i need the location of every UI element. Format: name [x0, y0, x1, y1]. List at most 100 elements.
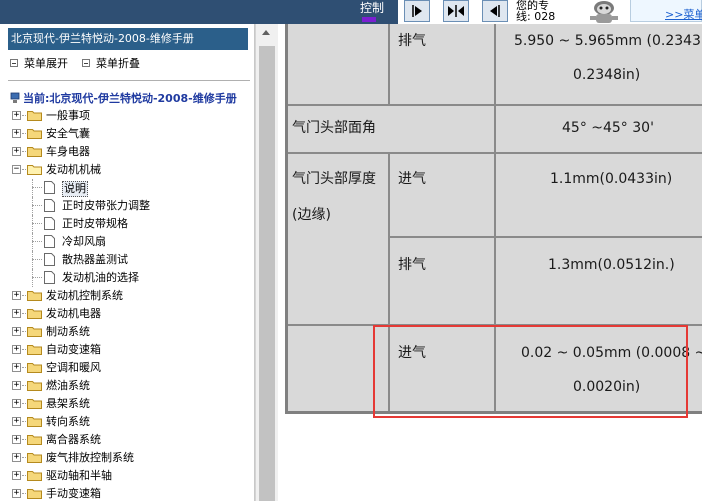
- row3-label-line2: (边缘): [292, 207, 331, 223]
- expand-toggle-icon[interactable]: +: [12, 453, 21, 462]
- tree-item-label: 空调和暖风: [46, 361, 101, 374]
- grid-line: [288, 104, 702, 106]
- row4-value: 1.3mm(0.0512in.): [548, 257, 675, 273]
- folder-icon: [27, 417, 42, 427]
- row3-label-line1: 气门头部厚度: [292, 171, 376, 187]
- tree-folder-item[interactable]: + 驱动轴和半轴: [0, 467, 255, 485]
- expand-toggle-icon[interactable]: +: [12, 309, 21, 318]
- tree-folder-item[interactable]: + 安全气囊: [0, 125, 255, 143]
- tree-item-label: 悬架系统: [46, 397, 90, 410]
- tree-item-label: 说明: [62, 181, 88, 197]
- collapse-toggle-icon[interactable]: −: [12, 165, 21, 174]
- tree-doc-item[interactable]: 正时皮带张力调整: [0, 197, 255, 215]
- expand-menu-label: 菜单展开: [24, 57, 68, 70]
- toolbar-background: [0, 0, 398, 24]
- tree-item-label: 制动系统: [46, 325, 90, 338]
- expand-toggle-icon[interactable]: +: [12, 345, 21, 354]
- next-page-button[interactable]: [404, 0, 430, 22]
- chapter-tree: + 一般事项 + 安全气囊 + 车身电器 − 发动机机械 说明 正时皮带张力调整 正时皮带规格 冷却风…: [0, 107, 255, 501]
- tree-doc-item[interactable]: 发动机油的选择: [0, 269, 255, 287]
- folder-icon: [27, 381, 42, 391]
- expand-toggle-icon[interactable]: +: [12, 381, 21, 390]
- folder-icon: [27, 453, 42, 463]
- folder-icon: [27, 291, 42, 301]
- row1-value-line1: 5.950 ~ 5.965mm (0.2343 ~: [514, 33, 702, 49]
- scroll-thumb[interactable]: [259, 46, 275, 501]
- tree-folder-item[interactable]: + 空调和暖风: [0, 359, 255, 377]
- current-location-text: 当前:北京现代-伊兰特悦动-2008-维修手册: [23, 92, 237, 105]
- tree-doc-item[interactable]: 冷却风扇: [0, 233, 255, 251]
- folder-icon: [27, 399, 42, 409]
- tree-connector: [32, 223, 42, 224]
- tree-folder-item[interactable]: + 燃油系统: [0, 377, 255, 395]
- expand-toggle-icon[interactable]: +: [12, 471, 21, 480]
- tree-connector: [32, 269, 33, 287]
- content-pane: 排气 5.950 ~ 5.965mm (0.2343 ~ 0.2348in) 气…: [278, 24, 702, 501]
- expand-toggle-icon[interactable]: +: [12, 111, 21, 120]
- tree-item-label: 转向系统: [46, 415, 90, 428]
- collapse-icon: [82, 59, 90, 67]
- folder-icon: [27, 489, 42, 499]
- expand-both-button[interactable]: [443, 0, 469, 22]
- tree-item-label: 发动机控制系统: [46, 289, 123, 302]
- tree-folder-item[interactable]: + 一般事项: [0, 107, 255, 125]
- welcome-line2: 线: 028: [516, 10, 556, 23]
- folder-icon: [27, 111, 42, 121]
- mascot-logo: [578, 0, 630, 24]
- tree-folder-item[interactable]: + 自动变速箱: [0, 341, 255, 359]
- menu-banner[interactable]: >>菜单: [630, 0, 702, 22]
- tree-folder-item[interactable]: + 制动系统: [0, 323, 255, 341]
- tree-item-label: 废气排放控制系统: [46, 451, 134, 464]
- expand-toggle-icon[interactable]: +: [12, 435, 21, 444]
- collapse-menu-button[interactable]: 菜单折叠: [82, 56, 140, 70]
- tree-folder-item[interactable]: + 转向系统: [0, 413, 255, 431]
- document-icon: [44, 235, 55, 248]
- expand-icon: [10, 59, 18, 67]
- document-icon: [44, 181, 55, 194]
- expand-toggle-icon[interactable]: +: [12, 399, 21, 408]
- folder-icon: [27, 345, 42, 355]
- tree-folder-item[interactable]: + 发动机电器: [0, 305, 255, 323]
- expand-toggle-icon[interactable]: +: [12, 417, 21, 426]
- tree-item-label: 正时皮带张力调整: [62, 199, 150, 212]
- expand-toggle-icon[interactable]: +: [12, 363, 21, 372]
- tree-connector: [32, 259, 42, 260]
- tree-item-label: 手动变速箱: [46, 487, 101, 500]
- current-location: 当前:北京现代-伊兰特悦动-2008-维修手册: [10, 90, 237, 106]
- tree-doc-item[interactable]: 散热器盖测试: [0, 251, 255, 269]
- document-icon: [44, 199, 55, 212]
- document-icon: [44, 253, 55, 266]
- tree-folder-item[interactable]: + 发动机控制系统: [0, 287, 255, 305]
- tree-folder-item[interactable]: + 悬架系统: [0, 395, 255, 413]
- left-scrollbar[interactable]: [255, 24, 278, 501]
- folder-icon: [27, 327, 42, 337]
- tree-folder-item[interactable]: + 车身电器: [0, 143, 255, 161]
- folder-icon: [27, 309, 42, 319]
- menu-link[interactable]: >>菜单: [665, 6, 702, 22]
- row1-value-line2: 0.2348in): [573, 67, 641, 83]
- row2-value: 45° ~45° 30': [562, 120, 654, 136]
- tree-doc-item[interactable]: 正时皮带规格: [0, 215, 255, 233]
- tree-item-label: 驱动轴和半轴: [46, 469, 112, 482]
- expand-menu-button[interactable]: 菜单展开: [10, 56, 68, 70]
- tree-folder-item[interactable]: + 手动变速箱: [0, 485, 255, 501]
- tree-folder-item[interactable]: + 离合器系统: [0, 431, 255, 449]
- tree-controls: 菜单展开 菜单折叠: [10, 56, 140, 70]
- tree-item-label: 安全气囊: [46, 127, 90, 140]
- expand-toggle-icon[interactable]: +: [12, 147, 21, 156]
- expand-toggle-icon[interactable]: +: [12, 327, 21, 336]
- expand-toggle-icon[interactable]: +: [12, 129, 21, 138]
- control-indicator: [362, 17, 376, 22]
- prev-page-button[interactable]: [482, 0, 508, 22]
- left-nav-panel: 北京现代-伊兰特悦动-2008-维修手册 菜单展开 菜单折叠 当前:北京现代-伊…: [0, 24, 255, 501]
- tree-doc-item[interactable]: 说明: [0, 179, 255, 197]
- tree-connector: [32, 233, 33, 251]
- tree-folder-item[interactable]: − 发动机机械: [0, 161, 255, 179]
- tree-folder-item[interactable]: + 废气排放控制系统: [0, 449, 255, 467]
- highlight-box: [373, 325, 688, 418]
- row3-sub-label: 进气: [398, 171, 426, 187]
- expand-toggle-icon[interactable]: +: [12, 489, 21, 498]
- tree-connector: [32, 241, 42, 242]
- expand-toggle-icon[interactable]: +: [12, 291, 21, 300]
- scroll-up-icon[interactable]: [262, 30, 270, 35]
